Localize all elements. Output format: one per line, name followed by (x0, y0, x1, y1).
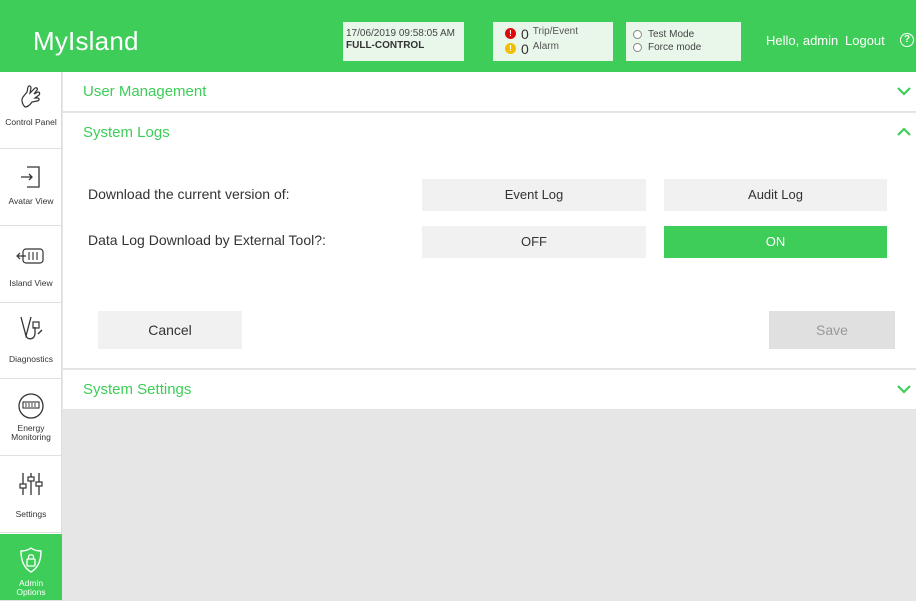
test-mode-radio[interactable] (633, 30, 642, 39)
sidebar-item-island-view[interactable]: Island View (0, 227, 62, 303)
logout-link[interactable]: Logout (845, 33, 885, 48)
save-button[interactable]: Save (769, 311, 895, 349)
app-header: MyIsland 17/06/2019 09:58:05 AM FULL-CON… (0, 0, 916, 72)
external-tool-label: Data Log Download by External Tool?: (88, 232, 326, 248)
force-mode-label: Force mode (648, 42, 702, 53)
section-title-system-settings: System Settings (83, 381, 192, 398)
help-icon[interactable]: ? (900, 33, 914, 47)
sidebar-item-diagnostics[interactable]: Diagnostics (0, 304, 62, 379)
meter-icon (18, 393, 44, 419)
enter-door-icon (21, 166, 40, 188)
island-modules-icon (16, 248, 44, 264)
alarm-row: ! 0 Alarm (505, 41, 613, 56)
cancel-button[interactable]: Cancel (98, 311, 242, 349)
alarm-count: 0 (521, 40, 529, 57)
off-toggle-button[interactable]: OFF (422, 226, 646, 258)
sidebar-label-diagnostics: Diagnostics (9, 354, 53, 364)
on-toggle-button[interactable]: ON (664, 226, 887, 258)
audit-log-button[interactable]: Audit Log (664, 179, 887, 211)
chevron-up-icon[interactable] (896, 126, 912, 138)
greeting: Hello, admin (766, 33, 839, 48)
stethoscope-icon (20, 316, 43, 340)
trip-label: Trip/Event (532, 25, 578, 37)
chevron-down-icon[interactable] (896, 85, 912, 97)
sidebar-label-avatar-view: Avatar View (8, 196, 54, 206)
shield-lock-icon (20, 547, 42, 573)
force-mode-option[interactable]: Force mode (633, 41, 741, 54)
sidebar-label-monitoring: Monitoring (11, 432, 51, 442)
section-system-settings[interactable]: System Settings (63, 370, 916, 410)
control-mode-text: FULL-CONTROL (346, 40, 425, 51)
sidebar-item-control-panel[interactable]: Control Panel (0, 72, 62, 149)
sliders-icon (19, 473, 43, 495)
sidebar-item-avatar-view[interactable]: Avatar View (0, 150, 62, 226)
mode-status: Test Mode Force mode (626, 22, 741, 61)
system-logs-panel: Download the current version of: Event L… (63, 153, 916, 369)
download-label: Download the current version of: (88, 186, 290, 202)
trip-alarm-status[interactable]: ! 0 Trip/Event ! 0 Alarm (493, 22, 613, 61)
datetime-status: 17/06/2019 09:58:05 AM FULL-CONTROL (343, 22, 464, 61)
hand-pointer-icon (21, 85, 41, 108)
app-brand: MyIsland (33, 26, 139, 56)
test-mode-label: Test Mode (648, 29, 695, 40)
trip-count: 0 (521, 25, 529, 42)
sidebar-item-settings[interactable]: Settings (0, 457, 62, 533)
trip-row: ! 0 Trip/Event (505, 26, 613, 41)
sidebar-label-options: Options (16, 587, 46, 597)
section-user-management[interactable]: User Management (63, 72, 916, 112)
sidebar-nav: Control Panel Avatar View Island View Di… (0, 72, 62, 601)
section-title-system-logs: System Logs (83, 124, 170, 141)
sidebar-label-control-panel: Control Panel (5, 117, 57, 127)
trip-error-icon: ! (505, 28, 516, 39)
sidebar-item-admin-options[interactable]: Admin Options (0, 534, 62, 601)
alarm-label: Alarm (532, 40, 559, 52)
section-system-logs[interactable]: System Logs (63, 113, 916, 153)
event-log-button[interactable]: Event Log (422, 179, 646, 211)
alarm-warning-icon: ! (505, 43, 516, 54)
sidebar-label-settings: Settings (15, 509, 47, 519)
test-mode-option[interactable]: Test Mode (633, 28, 741, 41)
sidebar-item-energy-monitoring[interactable]: Energy Monitoring (0, 380, 62, 456)
section-title-user-management: User Management (83, 83, 207, 100)
force-mode-radio[interactable] (633, 43, 642, 52)
sidebar-label-island-view: Island View (9, 278, 53, 288)
chevron-down-icon[interactable] (896, 383, 912, 395)
datetime-text: 17/06/2019 09:58:05 AM (346, 28, 455, 39)
